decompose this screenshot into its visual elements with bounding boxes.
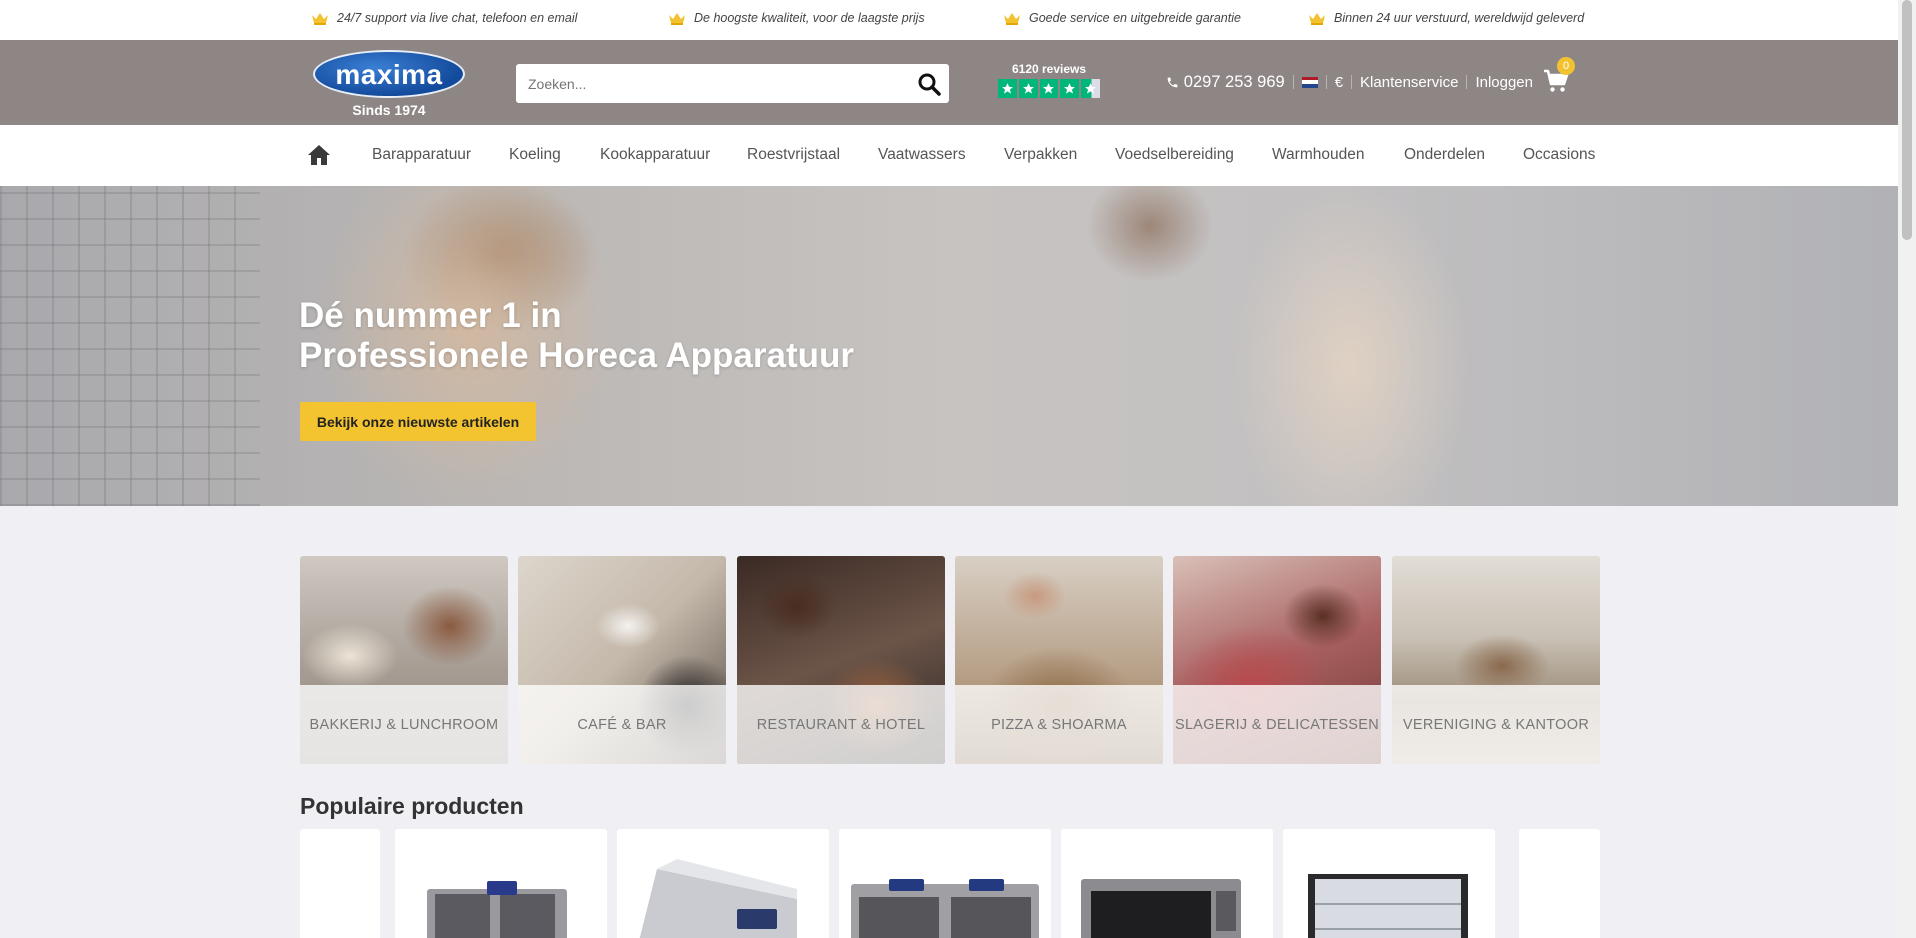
category-card-pizza-shoarma[interactable]: PIZZA & SHOARMA (955, 556, 1163, 764)
search-icon[interactable] (917, 72, 941, 96)
nav-item-onderdelen[interactable]: Onderdelen (1404, 146, 1485, 164)
usp-item: De hoogste kwaliteit, voor de laagste pr… (668, 11, 925, 25)
usp-text: Binnen 24 uur verstuurd, wereldwijd gele… (1334, 11, 1585, 25)
category-card-restaurant-hotel[interactable]: RESTAURANT & HOTEL (737, 556, 945, 764)
cart-count-badge: 0 (1557, 57, 1575, 75)
crown-icon (669, 13, 685, 25)
language-flag-icon[interactable] (1301, 76, 1318, 88)
divider (1466, 75, 1468, 89)
category-label: RESTAURANT & HOTEL (737, 685, 945, 764)
hero-background-window (0, 186, 260, 506)
page-scrollbar[interactable] (1898, 0, 1916, 938)
nav-item-barapparatuur[interactable]: Barapparatuur (372, 146, 471, 164)
nav-item-voedselbereiding[interactable]: Voedselbereiding (1115, 146, 1234, 164)
product-card[interactable] (1519, 829, 1600, 938)
product-image-display-cabinet (1308, 874, 1468, 938)
product-image-double-fryer (851, 879, 1039, 938)
usp-bar: 24/7 support via live chat, telefoon en … (0, 0, 1898, 40)
product-card[interactable] (300, 829, 380, 938)
home-icon[interactable] (307, 144, 331, 166)
category-card-bakkerij[interactable]: BAKKERIJ & LUNCHROOM (300, 556, 508, 764)
category-label: CAFÉ & BAR (518, 685, 726, 764)
category-card-slagerij[interactable]: SLAGERIJ & DELICATESSEN (1173, 556, 1381, 764)
nav-item-kookapparatuur[interactable]: Kookapparatuur (600, 146, 710, 164)
product-image-oven (1081, 879, 1241, 938)
usp-item: 24/7 support via live chat, telefoon en … (311, 11, 577, 25)
search-box (516, 64, 949, 103)
nav-item-vaatwassers[interactable]: Vaatwassers (878, 146, 966, 164)
category-grid: BAKKERIJ & LUNCHROOM CAFÉ & BAR RESTAURA… (300, 556, 1600, 764)
site-header: maxima Sinds 1974 6120 reviews 0297 253 … (0, 40, 1898, 125)
hero-banner: Dé nummer 1 in Professionele Horeca Appa… (0, 186, 1898, 506)
star-icon (998, 79, 1017, 98)
category-card-vereniging-kantoor[interactable]: VERENIGING & KANTOOR (1392, 556, 1600, 764)
divider (1325, 75, 1327, 89)
product-image-fryer (427, 881, 567, 938)
currency-selector[interactable]: € (1335, 74, 1343, 91)
star-half-icon (1081, 79, 1100, 98)
reviews-count: 6120 reviews (1011, 62, 1087, 76)
hero-title: Dé nummer 1 in Professionele Horeca Appa… (299, 296, 854, 376)
nav-item-warmhouden[interactable]: Warmhouden (1272, 146, 1364, 164)
category-label: BAKKERIJ & LUNCHROOM (300, 685, 508, 764)
category-label: PIZZA & SHOARMA (955, 685, 1163, 764)
star-icon (1018, 79, 1038, 98)
divider (1351, 75, 1353, 89)
product-image-vacuum-sealer (639, 859, 797, 938)
product-card[interactable] (617, 829, 829, 938)
usp-item: Binnen 24 uur verstuurd, wereldwijd gele… (1308, 11, 1584, 25)
phone-number: 0297 253 969 (1183, 72, 1285, 91)
nav-item-roestvrijstaal[interactable]: Roestvrijstaal (747, 146, 840, 164)
category-label: SLAGERIJ & DELICATESSEN (1173, 685, 1381, 764)
product-card[interactable] (395, 829, 607, 938)
product-card[interactable] (1061, 829, 1273, 938)
rating-stars (998, 79, 1100, 98)
hero-cta-button[interactable]: Bekijk onze nieuwste artikelen (300, 402, 536, 441)
reviews-widget[interactable]: 6120 reviews (998, 62, 1100, 98)
nav-item-verpakken[interactable]: Verpakken (1004, 146, 1077, 164)
popular-products-title: Populaire producten (300, 793, 524, 819)
star-icon (1060, 79, 1080, 98)
hero-title-line1: Dé nummer 1 in (299, 296, 562, 335)
category-label: VERENIGING & KANTOOR (1392, 685, 1600, 764)
usp-text: Goede service en uitgebreide garantie (1029, 11, 1241, 25)
usp-item: Goede service en uitgebreide garantie (1003, 11, 1241, 25)
star-icon (1039, 79, 1059, 98)
category-card-cafe-bar[interactable]: CAFÉ & BAR (518, 556, 726, 764)
hero-title-line2: Professionele Horeca Apparatuur (299, 336, 854, 375)
crown-icon (1309, 13, 1325, 25)
login-link[interactable]: Inloggen (1475, 74, 1533, 91)
usp-text: 24/7 support via live chat, telefoon en … (337, 11, 578, 25)
product-card[interactable] (1283, 829, 1495, 938)
scrollbar-thumb[interactable] (1902, 0, 1912, 240)
nav-item-occasions[interactable]: Occasions (1523, 146, 1595, 164)
header-right: 0297 253 969 € Klantenservice Inloggen 0 (1166, 57, 1575, 95)
logo-wordmark: maxima (335, 59, 443, 90)
logo-since: Sinds 1974 (352, 102, 426, 118)
crown-icon (1004, 13, 1020, 25)
usp-text: De hoogste kwaliteit, voor de laagste pr… (694, 11, 925, 25)
phone-icon (1167, 77, 1178, 87)
crown-icon (312, 13, 328, 25)
nav-item-koeling[interactable]: Koeling (509, 146, 561, 164)
product-card[interactable] (839, 829, 1051, 938)
cart-button[interactable]: 0 (1543, 57, 1575, 95)
search-input[interactable] (516, 64, 906, 103)
divider (1292, 75, 1294, 89)
logo[interactable]: maxima Sinds 1974 (313, 50, 467, 122)
customer-service-link[interactable]: Klantenservice (1360, 74, 1458, 91)
main-nav: Barapparatuur Koeling Kookapparatuur Roe… (0, 125, 1898, 186)
phone-link[interactable]: 0297 253 969 (1166, 73, 1285, 92)
